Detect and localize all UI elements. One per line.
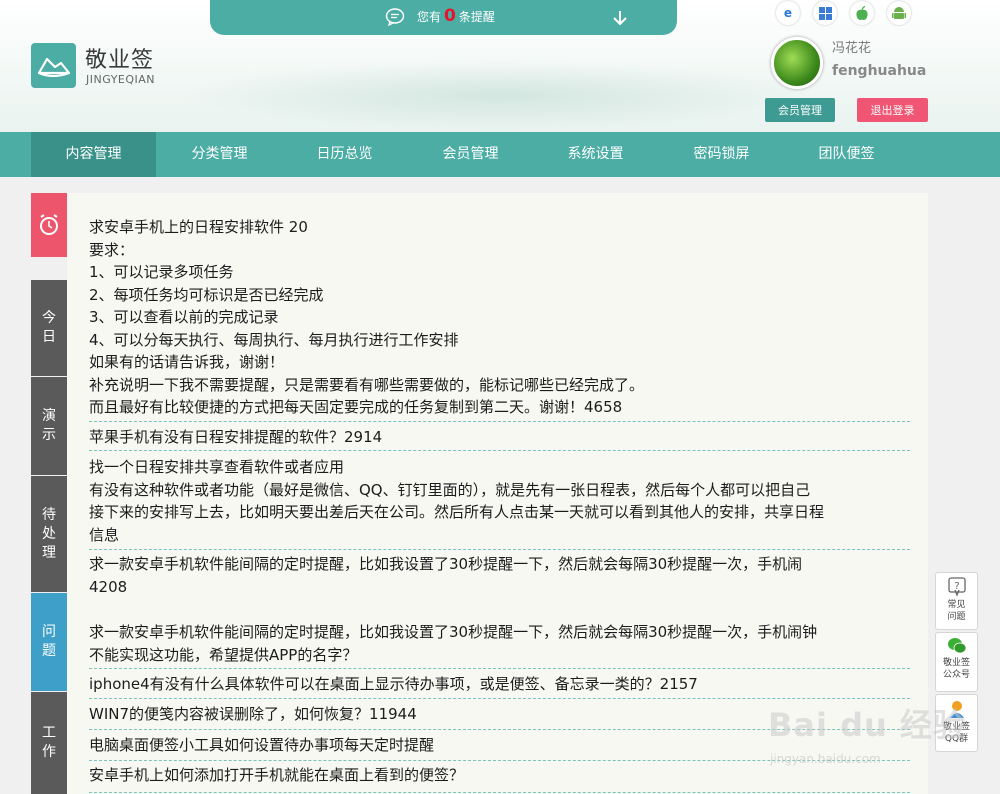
user-name-en: fenghuahua — [832, 63, 927, 79]
tab-demo[interactable]: 演 示 — [31, 377, 67, 475]
list-item[interactable]: 苹果手机有没有日程安排提醒的软件？2914 — [89, 426, 910, 451]
list-item[interactable]: 求一款安卓手机软件能间隔的定时提醒，比如我设置了30秒提醒一下，然后就会每隔30… — [89, 553, 910, 623]
nav-password-lock[interactable]: 密码锁屏 — [659, 132, 784, 177]
tab-questions[interactable]: 问 题 — [31, 593, 67, 691]
svg-text:?: ? — [954, 581, 959, 592]
tab-today[interactable]: 今 日 — [31, 280, 67, 376]
header-background — [180, 60, 820, 130]
list-item[interactable]: 求安卓手机上的日程安排软件 20 要求： 1、可以记录多项任务 2、每项任务均可… — [89, 216, 910, 422]
message-bubble-icon — [385, 8, 405, 26]
faq-button[interactable]: ? 常见 问题 — [935, 572, 978, 630]
wechat-icon — [947, 638, 966, 654]
tab-work[interactable]: 工 作 — [31, 692, 67, 794]
tab-reminders[interactable] — [31, 193, 67, 257]
question-icon: ? — [947, 577, 966, 597]
nav-member-management[interactable]: 会员管理 — [408, 132, 533, 177]
nav-calendar-overview[interactable]: 日历总览 — [282, 132, 407, 177]
header: 您有 0 条提醒 敬业签 JINGYEQIAN e 冯花花 fenghuahua 会… — [0, 0, 1000, 132]
list-item[interactable]: iphone4有没有什么具体软件可以在桌面上显示待办事项，或是便签、备忘录一类的… — [89, 673, 910, 699]
wechat-account-button[interactable]: 敬业签 公众号 — [935, 632, 978, 692]
logo-subtitle: JINGYEQIAN — [86, 73, 156, 86]
avatar[interactable] — [771, 37, 823, 89]
platform-links: e — [776, 1, 911, 25]
list-item[interactable]: 求一款安卓手机软件能间隔的定时提醒，比如我设置了30秒提醒一下，然后就会每隔30… — [89, 621, 910, 669]
list-item[interactable]: 找一个日程安排共享查看软件或者应用 有没有这种软件或者功能（最好是微信、QQ、钉… — [89, 456, 910, 550]
notice-count: 0 — [444, 6, 456, 26]
logout-button[interactable]: 退出登录 — [857, 98, 928, 122]
notice-text: 您有 0 条提醒 — [417, 6, 495, 26]
baidu-watermark-url: jingyan.baidu.com — [770, 752, 881, 766]
list-item[interactable]: 安卓手机上如何添加打开手机就能在桌面上看到的便签？ — [89, 764, 910, 793]
apple-icon[interactable] — [850, 1, 874, 25]
windows-icon[interactable] — [813, 1, 837, 25]
ie-icon[interactable]: e — [776, 1, 800, 25]
member-management-button[interactable]: 会员管理 — [765, 98, 835, 122]
logo-icon[interactable] — [31, 43, 76, 88]
arrow-down-icon[interactable] — [610, 8, 630, 28]
android-icon[interactable] — [887, 1, 911, 25]
tab-pending[interactable]: 待 处 理 — [31, 476, 67, 592]
nav-category-management[interactable]: 分类管理 — [157, 132, 282, 177]
main-nav: 内容管理 分类管理 日历总览 会员管理 系统设置 密码锁屏 团队便签 — [0, 132, 1000, 177]
logo-title[interactable]: 敬业签 — [85, 42, 154, 74]
notice-bar[interactable]: 您有 0 条提醒 — [210, 0, 677, 35]
alarm-clock-icon — [40, 214, 58, 235]
baidu-watermark: Bai du 经验 — [768, 706, 966, 744]
nav-team-notes[interactable]: 团队便签 — [784, 132, 909, 177]
nav-content-management[interactable]: 内容管理 — [31, 132, 156, 177]
user-name-cn: 冯花花 — [832, 41, 872, 56]
nav-system-settings[interactable]: 系统设置 — [533, 132, 658, 177]
